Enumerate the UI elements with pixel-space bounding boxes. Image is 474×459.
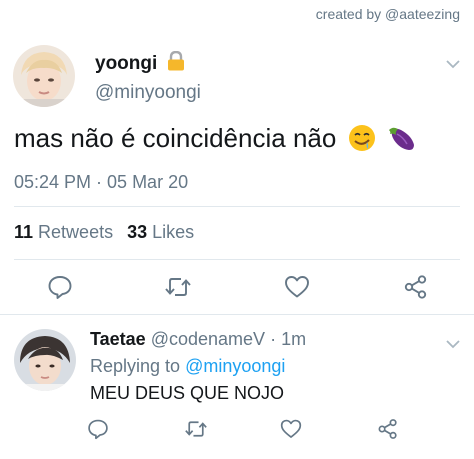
tweet-stats: 11 Retweets 33 Likes [14,222,194,243]
heart-icon[interactable] [280,418,302,445]
credit-watermark: created by @aateezing [315,6,460,22]
divider [14,206,460,207]
share-icon[interactable] [403,274,429,305]
chevron-down-icon[interactable] [446,336,460,349]
mention-link[interactable]: @minyoongi [185,356,285,376]
reply-text: MEU DEUS QUE NOJO [90,383,285,403]
timestamp[interactable]: 05:24 PM · 05 Mar 20 [14,172,188,193]
tweet-body: mas não é coincidência não [14,123,337,153]
divider [0,314,474,315]
replying-to: Replying to @minyoongi [90,356,285,377]
reply-handle[interactable]: @codenameV [151,329,265,349]
heart-icon[interactable] [284,274,310,305]
reply-avatar[interactable] [14,329,76,391]
reply-header: Taetae @codenameV · 1m [90,329,306,350]
tweet-text: mas não é coincidência não [14,123,417,159]
divider [14,259,460,260]
reply-actions [0,418,474,448]
reply-icon[interactable] [87,418,109,445]
tweet-actions [0,274,474,304]
display-name[interactable]: yoongi [95,53,157,74]
smirking-drooling-face-emoji [348,124,376,159]
avatar[interactable] [13,45,75,107]
reply-age[interactable]: 1m [281,329,306,349]
eggplant-emoji [387,124,417,159]
lock-icon [167,50,185,77]
replying-prefix: Replying to [90,356,181,376]
handle[interactable]: @minyoongi [95,82,201,104]
retweet-icon[interactable] [184,418,208,445]
chevron-down-icon[interactable] [446,56,460,69]
reply-display-name[interactable]: Taetae [90,329,146,349]
retweet-icon[interactable] [164,274,192,305]
meta-separator: · [270,329,277,349]
share-icon[interactable] [377,418,399,445]
reply-icon[interactable] [47,274,73,305]
retweets-stat[interactable]: 11 Retweets [14,222,113,242]
likes-stat[interactable]: 33 Likes [127,222,194,242]
